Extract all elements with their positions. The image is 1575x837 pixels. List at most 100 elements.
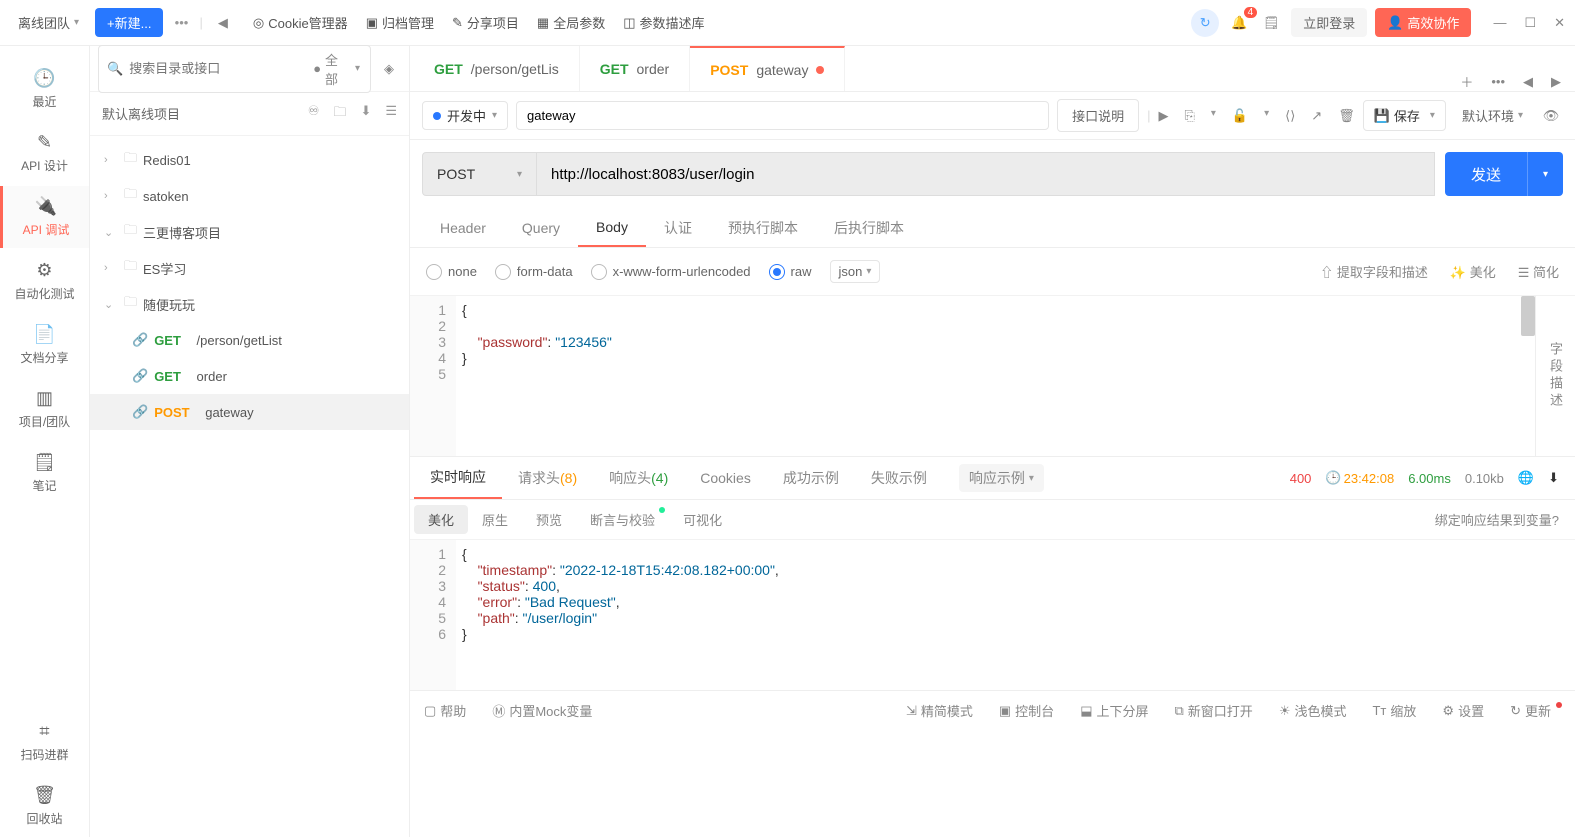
resp-tab-respheaders[interactable]: 响应头(4) (593, 457, 684, 499)
body-editor[interactable]: 12345 { "password": "123456" } (410, 296, 1535, 456)
login-button[interactable]: 立即登录 (1291, 8, 1367, 37)
zoom-link[interactable]: Tᴛ 缩放 (1372, 701, 1416, 720)
resp-tab-realtime[interactable]: 实时响应 (414, 457, 502, 499)
collab-button[interactable]: 👤高效协作 (1375, 8, 1471, 37)
tab-order[interactable]: GETorder (580, 46, 690, 91)
body-type-none[interactable]: none (426, 264, 477, 280)
method-selector[interactable]: POST▾ (422, 152, 537, 196)
rail-doc-share[interactable]: 📄文档分享 (0, 314, 89, 376)
body-type-urlencoded[interactable]: x-www-form-urlencoded (591, 264, 751, 280)
download-icon[interactable]: ⬇ (360, 103, 371, 125)
resp-tab-success[interactable]: 成功示例 (767, 457, 855, 499)
tabs-more-icon[interactable]: ••• (1491, 74, 1505, 89)
status-selector[interactable]: 开发中▾ (422, 101, 508, 130)
fmt-preview[interactable]: 预览 (522, 505, 576, 534)
rail-project-team[interactable]: ▥项目/团队 (0, 378, 89, 440)
folder-redis01[interactable]: ›🗀Redis01 (90, 142, 409, 178)
sort-icon[interactable]: ☰ (385, 103, 397, 125)
code-icon[interactable]: ⟨⟩ (1285, 108, 1295, 124)
folder-play[interactable]: ⌄🗀随便玩玩 (90, 286, 409, 322)
more-icon[interactable]: ••• (171, 13, 191, 33)
rail-recycle[interactable]: 🗑回收站 (0, 775, 89, 837)
minimize-icon[interactable]: — (1493, 15, 1506, 31)
lite-mode-link[interactable]: ⇲ 精简模式 (906, 701, 973, 720)
bell-icon[interactable]: 🔔4 (1227, 11, 1251, 35)
mock-vars-link[interactable]: Ⓜ 内置Mock变量 (492, 701, 592, 720)
delete-icon[interactable]: 🗑 (1338, 108, 1355, 124)
new-folder-icon[interactable]: 🗀 (333, 103, 346, 125)
simplify-link[interactable]: ☰ 简化 (1518, 262, 1559, 281)
cookie-manager-link[interactable]: ◎ Cookie管理器 (253, 13, 348, 32)
update-link[interactable]: ↻ 更新 (1510, 701, 1561, 720)
export-icon[interactable]: ↗ (1311, 108, 1322, 124)
theme-link[interactable]: ☀ 浅色模式 (1279, 701, 1347, 720)
send-dropdown[interactable]: ▾ (1527, 152, 1563, 196)
eye-icon[interactable]: 👁 (1539, 104, 1563, 128)
resp-tab-fail[interactable]: 失败示例 (855, 457, 943, 499)
globe-icon[interactable]: 🌐 (1518, 470, 1534, 486)
field-desc-panel[interactable]: 字段描述 (1535, 296, 1575, 456)
api-person-getlist[interactable]: 🔗GET /person/getList (90, 322, 409, 358)
tab-gateway[interactable]: POSTgateway (690, 46, 845, 91)
link-icon[interactable]: ♾ (308, 103, 320, 125)
reqtab-prescript[interactable]: 预执行脚本 (710, 208, 816, 247)
rail-auto-test[interactable]: ⚙自动化测试 (0, 250, 89, 312)
lock-icon[interactable]: 🔓 (1232, 108, 1248, 124)
reqtab-postscript[interactable]: 后执行脚本 (816, 208, 922, 247)
team-selector[interactable]: 离线团队▾ (10, 9, 87, 36)
fmt-visual[interactable]: 可视化 (669, 505, 736, 534)
new-tab-icon[interactable]: ＋ (1460, 72, 1473, 91)
fmt-beauty[interactable]: 美化 (414, 505, 468, 534)
reqtab-query[interactable]: Query (504, 208, 578, 247)
editor-scrollbar[interactable] (1521, 296, 1535, 336)
reqtab-header[interactable]: Header (422, 208, 504, 247)
body-type-raw[interactable]: raw (769, 264, 812, 280)
reqtab-body[interactable]: Body (578, 208, 646, 247)
download-resp-icon[interactable]: ⬇ (1548, 470, 1559, 486)
locate-icon[interactable]: ◈ (377, 57, 401, 81)
raw-format-selector[interactable]: json▾ (830, 260, 881, 283)
new-window-link[interactable]: ⧉ 新窗口打开 (1175, 701, 1253, 720)
tab-next-icon[interactable]: ▶ (1551, 74, 1561, 90)
share-project-link[interactable]: ✎ 分享项目 (452, 13, 519, 32)
reqtab-auth[interactable]: 认证 (646, 208, 710, 247)
param-desc-link[interactable]: ◫ 参数描述库 (623, 13, 704, 32)
split-link[interactable]: ⬓ 上下分屏 (1080, 701, 1148, 720)
bind-result-link[interactable]: 绑定响应结果到变量? (1435, 510, 1571, 529)
search-input[interactable] (129, 61, 305, 76)
resp-tab-example[interactable]: 响应示例▾ (943, 457, 1060, 499)
beautify-link[interactable]: ✨ 美化 (1450, 262, 1496, 281)
archive-link[interactable]: ▣ 归档管理 (366, 13, 434, 32)
response-body[interactable]: 123456 { "timestamp": "2022-12-18T15:42:… (410, 540, 1575, 690)
back-icon[interactable]: ◀ (211, 11, 235, 35)
rail-notes[interactable]: 🗒笔记 (0, 442, 89, 504)
run-icon[interactable]: ▶ (1158, 108, 1168, 124)
settings-link[interactable]: ⚙ 设置 (1442, 701, 1484, 720)
maximize-icon[interactable]: ☐ (1524, 15, 1536, 31)
url-input[interactable] (537, 152, 1435, 196)
api-gateway[interactable]: 🔗POST gateway (90, 394, 409, 430)
search-input-wrapper[interactable]: 🔍 ● 全部 ▾ (98, 45, 371, 93)
sync-icon[interactable]: ↻ (1191, 9, 1219, 37)
extract-fields-link[interactable]: ⇧ 提取字段和描述 (1320, 262, 1428, 281)
rail-api-design[interactable]: ✎API 设计 (0, 122, 89, 184)
new-button[interactable]: +新建... (95, 8, 163, 37)
help-link[interactable]: ▢ 帮助 (424, 701, 466, 720)
tab-prev-icon[interactable]: ◀ (1523, 74, 1533, 90)
api-desc-button[interactable]: 接口说明 (1057, 99, 1139, 132)
body-type-formdata[interactable]: form-data (495, 264, 573, 280)
rail-api-debug[interactable]: 🔌API 调试 (0, 186, 89, 248)
rail-recent[interactable]: 🕒最近 (0, 58, 89, 120)
send-button[interactable]: 发送 (1445, 152, 1527, 196)
note-icon[interactable]: 🗒 (1259, 11, 1283, 35)
tab-person-getlist[interactable]: GET/person/getLis (414, 46, 580, 91)
folder-satoken[interactable]: ›🗀satoken (90, 178, 409, 214)
fmt-assert[interactable]: 断言与校验 (576, 505, 669, 534)
save-button[interactable]: 💾保存▾ (1363, 100, 1446, 131)
env-selector[interactable]: 默认环境▾ (1454, 101, 1531, 130)
folder-blog[interactable]: ⌄🗀三更博客项目 (90, 214, 409, 250)
close-icon[interactable]: ✕ (1554, 15, 1565, 31)
api-order[interactable]: 🔗GET order (90, 358, 409, 394)
resp-tab-reqheaders[interactable]: 请求头(8) (502, 457, 593, 499)
rail-scan-qr[interactable]: ⌗扫码进群 (0, 711, 89, 773)
